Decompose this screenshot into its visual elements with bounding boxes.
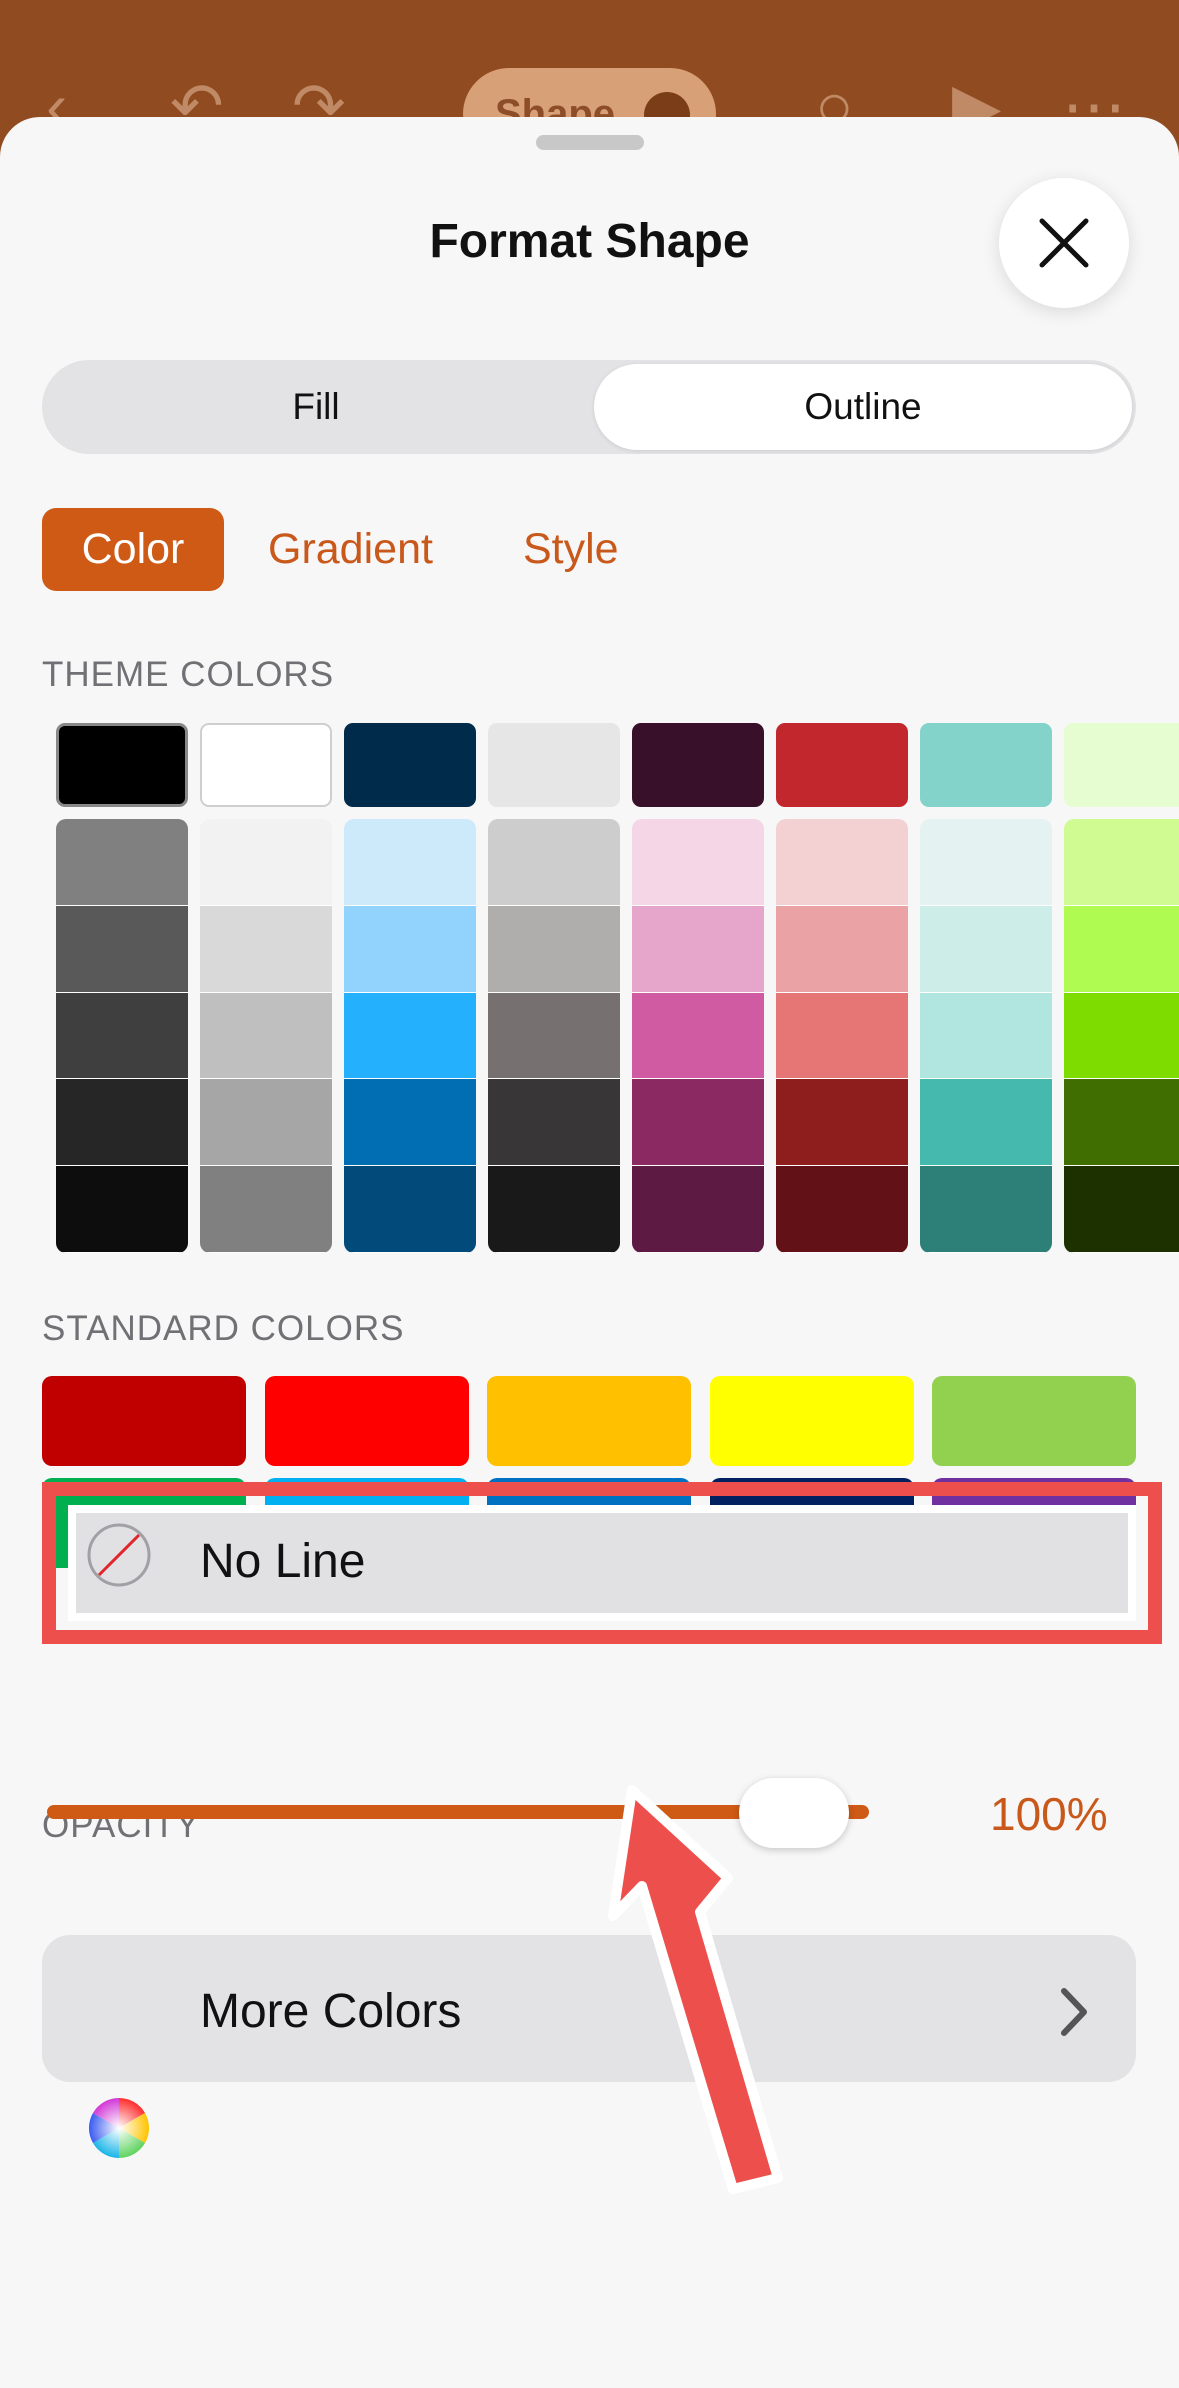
theme-tint-swatch[interactable] — [200, 1079, 332, 1167]
opacity-slider-thumb[interactable] — [738, 1778, 849, 1848]
theme-tint-swatch[interactable] — [632, 905, 764, 993]
theme-tint-column — [776, 819, 908, 1253]
standard-colors-label: STANDARD COLORS — [42, 1309, 405, 1348]
no-line-label: No Line — [200, 1535, 366, 1588]
theme-tint-column — [488, 819, 620, 1253]
theme-tint-swatch[interactable] — [776, 1079, 908, 1167]
standard-color-swatch[interactable] — [932, 1376, 1136, 1466]
theme-tint-swatch[interactable] — [200, 905, 332, 993]
theme-tint-column — [344, 819, 476, 1253]
chevron-right-icon — [1061, 1988, 1087, 2036]
theme-tint-swatch[interactable] — [632, 819, 764, 906]
fill-outline-segmented-control: Fill Outline — [42, 360, 1136, 454]
close-icon — [1039, 218, 1089, 268]
theme-tint-swatch[interactable] — [344, 819, 476, 906]
subtab-gradient[interactable]: Gradient — [268, 508, 433, 591]
standard-color-swatch[interactable] — [710, 1376, 914, 1466]
opacity-value: 100% — [990, 1788, 1108, 1840]
theme-tint-swatch[interactable] — [920, 905, 1052, 993]
theme-colors-label: THEME COLORS — [42, 655, 335, 694]
theme-tint-swatch[interactable] — [344, 992, 476, 1080]
theme-color-swatch[interactable] — [488, 723, 620, 807]
theme-tint-swatch[interactable] — [776, 905, 908, 993]
theme-tint-swatch[interactable] — [920, 992, 1052, 1080]
theme-tint-swatch[interactable] — [344, 905, 476, 993]
theme-tint-swatch[interactable] — [776, 819, 908, 906]
theme-tint-swatch[interactable] — [1064, 992, 1179, 1080]
theme-tint-swatch[interactable] — [1064, 819, 1179, 906]
theme-tint-column — [920, 819, 1052, 1253]
standard-color-swatch[interactable] — [42, 1376, 246, 1466]
theme-tint-swatch[interactable] — [1064, 1166, 1179, 1253]
theme-tint-swatch[interactable] — [488, 992, 620, 1080]
theme-color-swatch[interactable] — [200, 723, 332, 807]
theme-tint-swatch[interactable] — [344, 1079, 476, 1167]
theme-tint-swatch[interactable] — [200, 992, 332, 1080]
theme-color-swatch[interactable] — [920, 723, 1052, 807]
theme-tint-swatch[interactable] — [776, 1166, 908, 1253]
theme-tint-swatch[interactable] — [56, 819, 188, 906]
theme-color-swatch[interactable] — [56, 723, 188, 807]
theme-tint-column — [1064, 819, 1179, 1253]
theme-tint-swatch[interactable] — [56, 1079, 188, 1167]
theme-tint-swatch[interactable] — [344, 1166, 476, 1253]
theme-tint-swatch[interactable] — [488, 905, 620, 993]
theme-tint-swatch[interactable] — [56, 992, 188, 1080]
theme-tint-swatch[interactable] — [1064, 1079, 1179, 1167]
segment-fill[interactable]: Fill — [46, 364, 586, 450]
theme-tint-swatch[interactable] — [56, 905, 188, 993]
theme-tint-swatch[interactable] — [200, 1166, 332, 1253]
color-wheel-icon — [88, 2098, 150, 2158]
theme-tint-swatch[interactable] — [632, 1166, 764, 1253]
theme-color-swatch[interactable] — [344, 723, 476, 807]
theme-color-swatch[interactable] — [776, 723, 908, 807]
standard-color-swatch[interactable] — [265, 1376, 469, 1466]
theme-tint-column — [632, 819, 764, 1253]
no-line-icon — [87, 1523, 151, 1587]
theme-tint-swatch[interactable] — [1064, 905, 1179, 993]
theme-tint-swatch[interactable] — [56, 1166, 188, 1253]
theme-color-swatch[interactable] — [632, 723, 764, 807]
theme-tint-swatch[interactable] — [920, 1166, 1052, 1253]
theme-tint-swatch[interactable] — [488, 1079, 620, 1167]
close-button[interactable] — [999, 178, 1129, 308]
subtab-style[interactable]: Style — [523, 508, 619, 591]
theme-tint-swatch[interactable] — [632, 992, 764, 1080]
subtab-color[interactable]: Color — [42, 508, 224, 591]
more-colors-label: More Colors — [200, 1985, 462, 2038]
theme-tint-column — [200, 819, 332, 1253]
standard-color-swatch[interactable] — [487, 1376, 691, 1466]
theme-tint-swatch[interactable] — [632, 1079, 764, 1167]
theme-tint-swatch[interactable] — [920, 1079, 1052, 1167]
sheet-grabber[interactable] — [536, 135, 644, 150]
theme-tint-swatch[interactable] — [200, 819, 332, 906]
theme-color-swatch[interactable] — [1064, 723, 1179, 807]
theme-tint-column — [56, 819, 188, 1253]
theme-tint-swatch[interactable] — [488, 819, 620, 906]
segment-outline[interactable]: Outline — [594, 364, 1132, 450]
theme-tint-swatch[interactable] — [488, 1166, 620, 1253]
theme-tint-swatch[interactable] — [776, 992, 908, 1080]
theme-tint-swatch[interactable] — [920, 819, 1052, 906]
